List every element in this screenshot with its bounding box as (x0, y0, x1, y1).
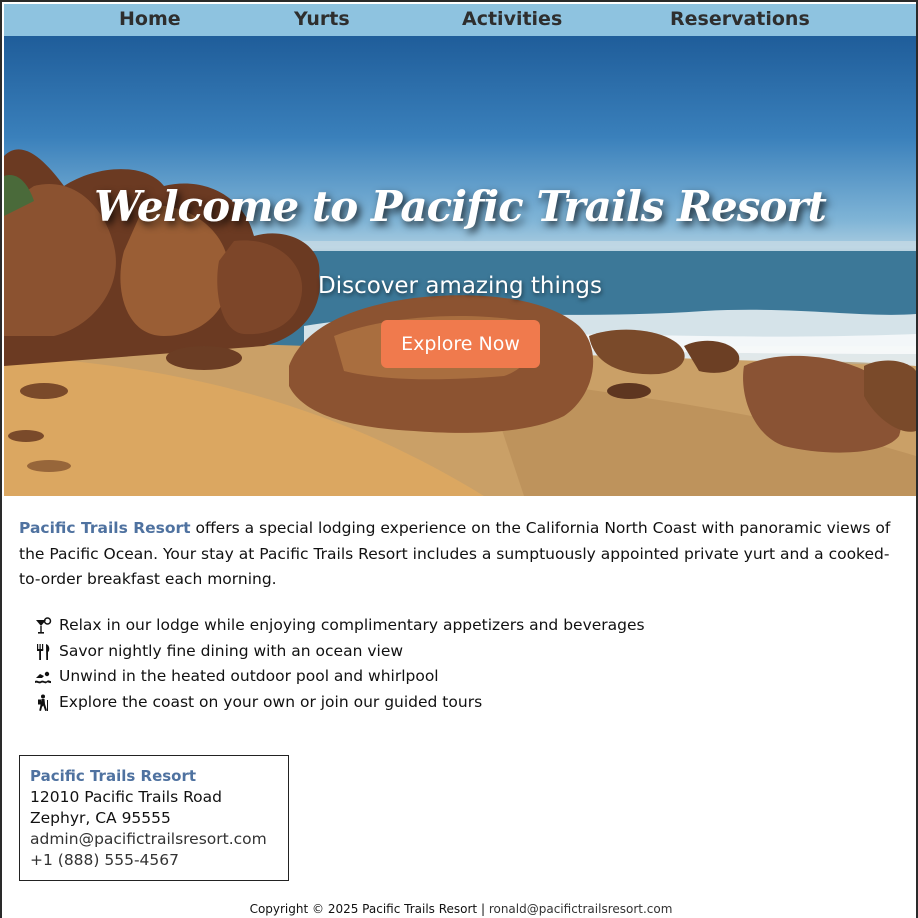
cocktail-icon (36, 617, 52, 634)
list-item: Savor nightly fine dining with an ocean … (34, 639, 645, 665)
contact-street: 12010 Pacific Trails Road (30, 788, 222, 806)
top-nav: Home Yurts Activities Reservations (4, 4, 916, 36)
hero-beach-image (4, 149, 916, 496)
contact-city: Zephyr, CA 95555 (30, 809, 171, 827)
feature-list: Relax in our lodge while enjoying compli… (34, 613, 645, 715)
contact-card: Pacific Trails Resort 12010 Pacific Trai… (19, 755, 289, 881)
intro-paragraph: Pacific Trails Resort offers a special l… (19, 516, 904, 593)
page-frame: Home Yurts Activities Reservations Welco… (0, 0, 918, 918)
utensils-icon (37, 643, 50, 660)
list-item: Relax in our lodge while enjoying compli… (34, 613, 645, 639)
hiker-icon (38, 694, 48, 711)
list-item: Explore the coast on your own or join ou… (34, 690, 645, 716)
hero-title: Welcome to Pacific Trails Resort (94, 182, 827, 231)
feature-text: Relax in our lodge while enjoying compli… (59, 616, 645, 634)
list-item: Unwind in the heated outdoor pool and wh… (34, 664, 645, 690)
footer-copyright: Copyright © 2025 Pacific Trails Resort | (249, 902, 489, 916)
feature-text: Explore the coast on your own or join ou… (59, 692, 483, 711)
feature-text: Unwind in the heated outdoor pool and wh… (59, 667, 439, 685)
page-footer: Copyright © 2025 Pacific Trails Resort |… (2, 902, 918, 916)
hero-banner: Welcome to Pacific Trails Resort Discove… (4, 36, 916, 496)
footer-email-link[interactable]: ronald@pacifictrailsresort.com (489, 902, 673, 916)
contact-email-link[interactable]: admin@pacifictrailsresort.com (30, 829, 278, 850)
nav-yurts-link[interactable]: Yurts (294, 8, 350, 30)
nav-home-link[interactable]: Home (119, 8, 181, 30)
intro-brand-name: Pacific Trails Resort (19, 519, 191, 537)
hero-subtitle: Discover amazing things (317, 273, 603, 299)
contact-name: Pacific Trails Resort (30, 767, 197, 785)
feature-text: Savor nightly fine dining with an ocean … (59, 641, 404, 660)
nav-activities-link[interactable]: Activities (462, 8, 562, 30)
nav-reservations-link[interactable]: Reservations (670, 8, 810, 30)
swimmer-icon (35, 671, 51, 684)
contact-phone-link[interactable]: +1 (888) 555-4567 (30, 850, 278, 871)
explore-now-button[interactable]: Explore Now (381, 320, 540, 368)
